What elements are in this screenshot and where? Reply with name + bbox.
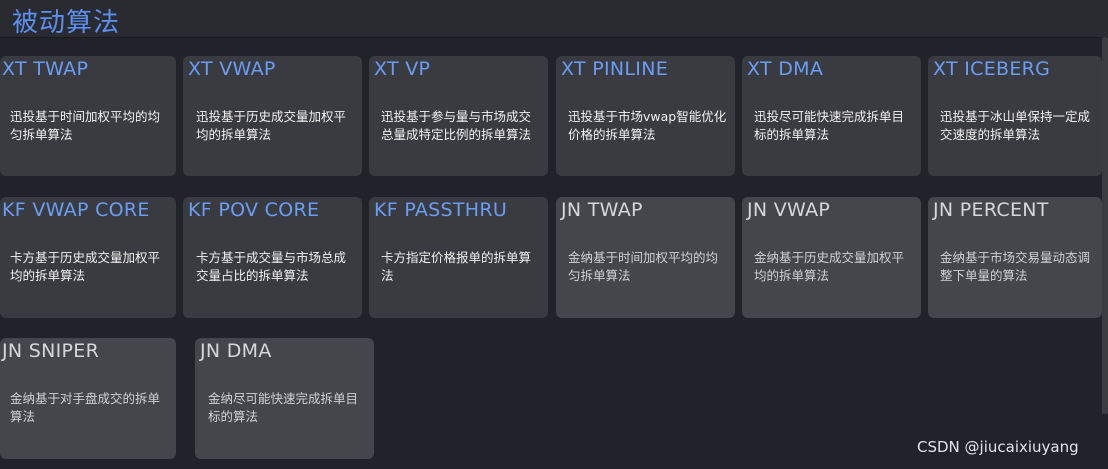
algo-card-title: KF PASSTHRU (374, 199, 508, 221)
algo-card-kf-passthru[interactable]: KF PASSTHRU 卡方指定价格报单的拆单算法 (369, 197, 548, 318)
algo-card-xt-vwap[interactable]: XT VWAP 迅投基于历史成交量加权平均的拆单算法 (183, 56, 362, 176)
algo-card-title: JN TWAP (561, 199, 643, 221)
algo-card-description: 迅投基于冰山单保持一定成交速度的拆单算法 (940, 109, 1091, 142)
algo-card-jn-vwap[interactable]: JN VWAP 金纳基于历史成交量加权平均的拆单算法 (742, 197, 921, 318)
algo-card-description: 卡方基于历史成交量加权平均的拆单算法 (10, 250, 161, 283)
algo-card-title: XT VP (374, 58, 431, 80)
algo-card-title: XT VWAP (188, 58, 276, 80)
algo-card-jn-twap[interactable]: JN TWAP 金纳基于时间加权平均的均匀拆单算法 (556, 197, 735, 318)
algo-card-kf-vwap-core[interactable]: KF VWAP CORE 卡方基于历史成交量加权平均的拆单算法 (0, 197, 176, 318)
algo-card-description: 卡方指定价格报单的拆单算法 (381, 250, 532, 283)
algo-card-title: XT TWAP (2, 58, 89, 80)
algo-card-description: 卡方基于成交量与市场总成交量占比的拆单算法 (196, 250, 347, 283)
algo-card-description: 金纳基于市场交易量动态调整下单量的算法 (940, 250, 1091, 283)
algo-card-title: KF VWAP CORE (2, 199, 150, 221)
algo-card-xt-vp[interactable]: XT VP 迅投基于参与量与市场成交总量成特定比例的拆单算法 (369, 56, 548, 176)
algo-card-jn-dma[interactable]: JN DMA 金纳尽可能快速完成拆单目标的算法 (195, 338, 374, 459)
algo-card-description: 迅投基于时间加权平均的均匀拆单算法 (10, 109, 161, 142)
algo-card-kf-pov-core[interactable]: KF POV CORE 卡方基于成交量与市场总成交量占比的拆单算法 (183, 197, 362, 318)
algo-card-title: JN SNIPER (2, 340, 100, 362)
algo-card-description: 金纳尽可能快速完成拆单目标的算法 (208, 391, 359, 424)
algo-card-title: JN PERCENT (933, 199, 1049, 221)
algo-card-xt-dma[interactable]: XT DMA 迅投尽可能快速完成拆单目标的拆单算法 (742, 56, 921, 176)
algo-card-jn-percent[interactable]: JN PERCENT 金纳基于市场交易量动态调整下单量的算法 (928, 197, 1102, 318)
page-title: 被动算法 (12, 8, 121, 38)
algo-card-xt-twap[interactable]: XT TWAP 迅投基于时间加权平均的均匀拆单算法 (0, 56, 176, 176)
algo-card-description: 迅投基于市场vwap智能优化价格的拆单算法 (568, 109, 727, 142)
algo-card-title: JN DMA (200, 340, 272, 362)
vertical-scrollbar[interactable] (1102, 37, 1108, 414)
algo-card-title: XT DMA (747, 58, 824, 80)
page-header: 被动算法 (0, 0, 1108, 38)
algo-card-title: KF POV CORE (188, 199, 320, 221)
algo-card-description: 金纳基于时间加权平均的均匀拆单算法 (568, 250, 719, 283)
algo-card-description: 金纳基于历史成交量加权平均的拆单算法 (754, 250, 905, 283)
algo-card-jn-sniper[interactable]: JN SNIPER 金纳基于对手盘成交的拆单算法 (0, 338, 176, 459)
algo-card-description: 迅投基于历史成交量加权平均的拆单算法 (196, 109, 347, 142)
algo-card-xt-pinline[interactable]: XT PINLINE 迅投基于市场vwap智能优化价格的拆单算法 (556, 56, 735, 176)
algo-card-description: 迅投基于参与量与市场成交总量成特定比例的拆单算法 (381, 109, 532, 142)
algo-card-title: XT ICEBERG (933, 58, 1051, 80)
algo-card-description: 迅投尽可能快速完成拆单目标的拆单算法 (754, 109, 905, 142)
algo-card-xt-iceberg[interactable]: XT ICEBERG 迅投基于冰山单保持一定成交速度的拆单算法 (928, 56, 1102, 176)
algo-card-description: 金纳基于对手盘成交的拆单算法 (10, 391, 161, 424)
watermark-text: CSDN @jiucaixiuyang (917, 438, 1079, 456)
algo-card-title: JN VWAP (747, 199, 831, 221)
algo-card-title: XT PINLINE (561, 58, 669, 80)
